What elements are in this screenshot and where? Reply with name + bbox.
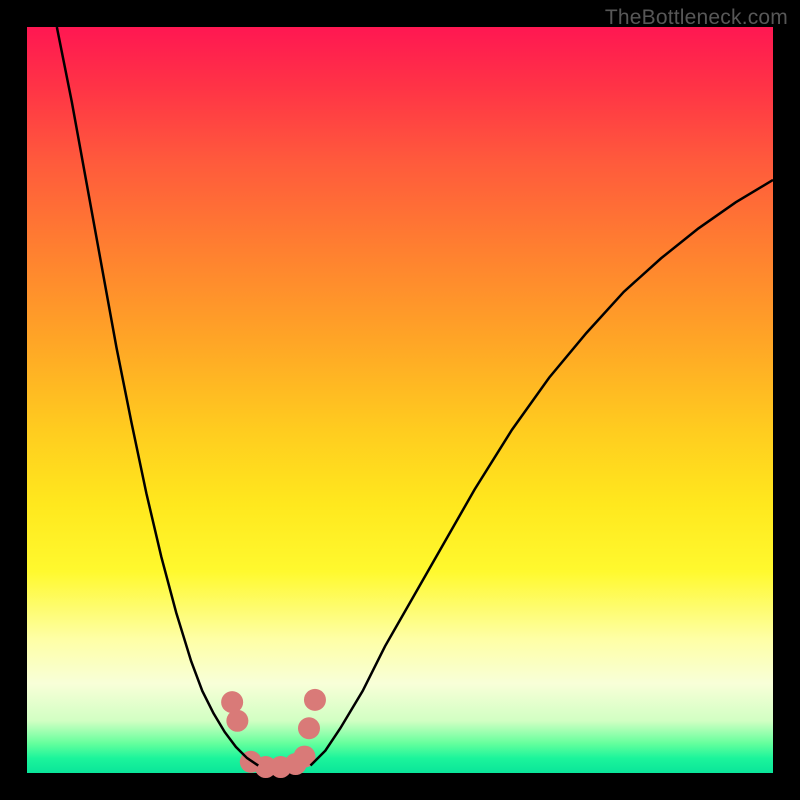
chart-frame: TheBottleneck.com — [0, 0, 800, 800]
right-curve — [310, 180, 773, 766]
chart-svg — [27, 27, 773, 773]
data-point — [226, 710, 248, 732]
data-point — [304, 689, 326, 711]
plot-area — [27, 27, 773, 773]
left-curve — [57, 27, 258, 766]
data-point — [298, 717, 320, 739]
data-point — [221, 691, 243, 713]
